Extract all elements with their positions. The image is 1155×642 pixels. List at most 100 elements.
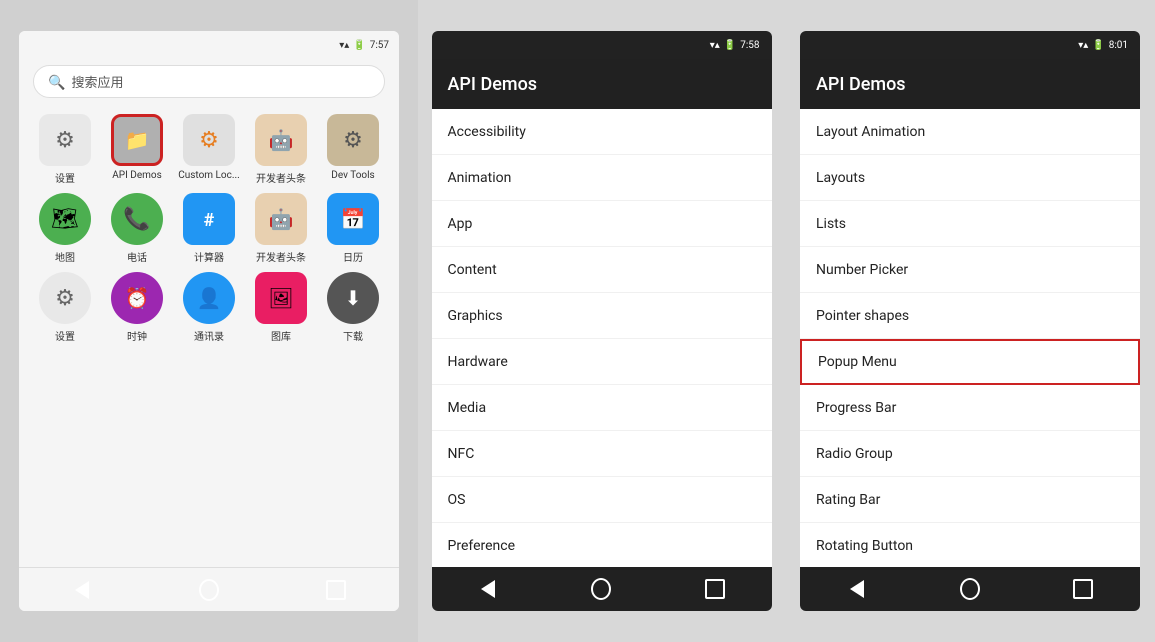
nav-bar-middle (432, 567, 772, 611)
time-left: 7:57 (370, 40, 389, 51)
menu-item-popup-menu[interactable]: Popup Menu (800, 339, 1140, 385)
left-phone-panel: ▾▴ 🔋 7:57 搜索应用 设置 API Demos Custom Loc (0, 0, 418, 642)
right-header-title: API Demos (816, 74, 906, 95)
app-maps[interactable]: 地图 (33, 193, 97, 264)
menu-item-lists[interactable]: Lists (800, 201, 1140, 247)
nav-back-right[interactable] (847, 579, 867, 599)
status-icons-middle: ▾▴ 🔋 7:58 (710, 40, 760, 51)
battery-icon-right: 🔋 (1092, 40, 1104, 51)
maps-icon (39, 193, 91, 245)
app-label-contacts: 通讯录 (194, 328, 224, 343)
time-right: 8:01 (1109, 40, 1128, 51)
app-download[interactable]: 下载 (321, 272, 385, 343)
nav-home-right[interactable] (960, 579, 980, 599)
app-phone[interactable]: 电话 (105, 193, 169, 264)
middle-phone-screen: ▾▴ 🔋 7:58 API Demos Accessibility Animat… (432, 31, 772, 611)
app-settings[interactable]: 设置 (33, 114, 97, 185)
menu-item-content[interactable]: Content (432, 247, 772, 293)
status-bar-left: ▾▴ 🔋 7:57 (19, 31, 399, 59)
app-label-settings: 设置 (55, 170, 75, 185)
left-phone-screen: ▾▴ 🔋 7:57 搜索应用 设置 API Demos Custom Loc (19, 31, 399, 611)
android-icon (269, 128, 294, 153)
menu-item-pointer-shapes[interactable]: Pointer shapes (800, 293, 1140, 339)
nav-home-middle[interactable] (591, 579, 611, 599)
app-dev-head2[interactable]: 开发者头条 (249, 193, 313, 264)
right-phone-screen: ▾▴ 🔋 8:01 API Demos Layout Animation Lay… (800, 31, 1140, 611)
app-clock[interactable]: 时钟 (105, 272, 169, 343)
calendar-icon (327, 193, 379, 245)
app-label-download: 下载 (343, 328, 363, 343)
middle-phone-panel: ▾▴ 🔋 7:58 API Demos Accessibility Animat… (418, 0, 785, 642)
app-custom-loc[interactable]: Custom Loc... (177, 114, 241, 185)
menu-item-animation[interactable]: Animation (432, 155, 772, 201)
app-label-calc: 计算器 (194, 249, 224, 264)
menu-item-media[interactable]: Media (432, 385, 772, 431)
app-calendar[interactable]: 日历 (321, 193, 385, 264)
nav-back-button[interactable] (72, 580, 92, 600)
nav-recents-button[interactable] (326, 580, 346, 600)
app-label-dev-head: 开发者头条 (256, 170, 306, 185)
right-menu-list: Layout Animation Layouts Lists Number Pi… (800, 109, 1140, 567)
app-settings2[interactable]: 设置 (33, 272, 97, 343)
middle-menu-list: Accessibility Animation App Content Grap… (432, 109, 772, 567)
menu-item-graphics[interactable]: Graphics (432, 293, 772, 339)
menu-item-accessibility[interactable]: Accessibility (432, 109, 772, 155)
battery-icon-middle: 🔋 (724, 40, 736, 51)
dl-glyph (345, 286, 362, 311)
app-label-calendar: 日历 (343, 249, 363, 264)
right-phone-panel: ▾▴ 🔋 8:01 API Demos Layout Animation Lay… (785, 0, 1155, 642)
contacts-icon (183, 272, 235, 324)
right-app-header: API Demos (800, 59, 1140, 109)
search-bar[interactable]: 搜索应用 (33, 65, 385, 98)
menu-item-hardware[interactable]: Hardware (432, 339, 772, 385)
signal-icon-right: ▾▴ (1078, 40, 1088, 51)
app-label-clock: 时钟 (127, 328, 147, 343)
dev-tools-icon (327, 114, 379, 166)
nav-recents-middle[interactable] (705, 579, 725, 599)
menu-item-layout-animation[interactable]: Layout Animation (800, 109, 1140, 155)
calc-icon (183, 193, 235, 245)
gear-icon (55, 128, 75, 153)
app-label-phone: 电话 (127, 249, 147, 264)
app-dev-head[interactable]: 开发者头条 (249, 114, 313, 185)
app-gallery[interactable]: 图库 (249, 272, 313, 343)
battery-icon-left: 🔋 (353, 40, 365, 51)
app-calc[interactable]: 计算器 (177, 193, 241, 264)
app-contacts[interactable]: 通讯录 (177, 272, 241, 343)
menu-item-os[interactable]: OS (432, 477, 772, 523)
app-label-api-demos: API Demos (112, 170, 162, 181)
phone-glyph (123, 207, 150, 232)
custom-loc-icon (183, 114, 235, 166)
app-api-demos[interactable]: API Demos (105, 114, 169, 185)
menu-item-layouts[interactable]: Layouts (800, 155, 1140, 201)
photo-glyph (268, 286, 293, 311)
menu-item-rotating-button[interactable]: Rotating Button (800, 523, 1140, 567)
search-text: 搜索应用 (71, 72, 123, 91)
nav-recents-right[interactable] (1073, 579, 1093, 599)
nav-home-button[interactable] (199, 580, 219, 600)
menu-item-nfc[interactable]: NFC (432, 431, 772, 477)
time-middle: 7:58 (740, 40, 759, 51)
menu-item-app[interactable]: App (432, 201, 772, 247)
phone-icon (111, 193, 163, 245)
menu-item-rating-bar[interactable]: Rating Bar (800, 477, 1140, 523)
signal-icon-middle: ▾▴ (710, 40, 720, 51)
app-label-gallery: 图库 (271, 328, 291, 343)
cal-glyph (341, 207, 366, 232)
download-icon (327, 272, 379, 324)
menu-item-progress-bar[interactable]: Progress Bar (800, 385, 1140, 431)
menu-item-preference[interactable]: Preference (432, 523, 772, 567)
menu-item-number-picker[interactable]: Number Picker (800, 247, 1140, 293)
nav-bar-left (19, 567, 399, 611)
nav-bar-right (800, 567, 1140, 611)
app-label-dev-tools: Dev Tools (331, 170, 374, 181)
nav-back-middle[interactable] (478, 579, 498, 599)
settings-icon (39, 114, 91, 166)
middle-app-header: API Demos (432, 59, 772, 109)
status-icons-left: ▾▴ 🔋 7:57 (339, 40, 389, 51)
settings2-icon (39, 272, 91, 324)
menu-item-radio-group[interactable]: Radio Group (800, 431, 1140, 477)
app-dev-tools[interactable]: Dev Tools (321, 114, 385, 185)
gear2-glyph (55, 286, 75, 311)
app-label-settings2: 设置 (55, 328, 75, 343)
